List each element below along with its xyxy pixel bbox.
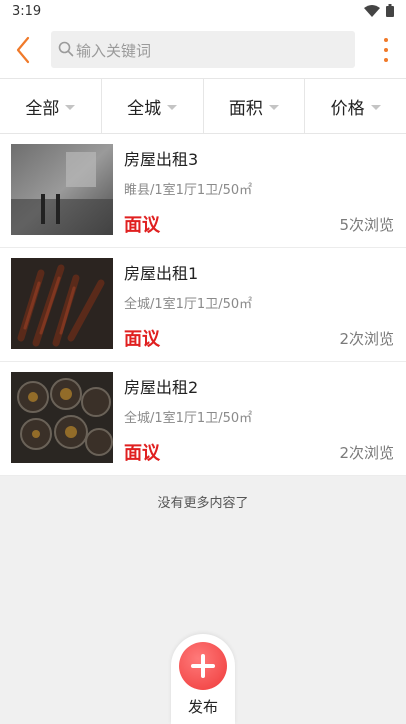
chevron-left-icon	[16, 36, 30, 64]
publish-fab: 发布	[171, 634, 235, 724]
search-placeholder: 输入关键词	[76, 42, 152, 60]
search-input[interactable]: 输入关键词	[51, 31, 355, 68]
status-bar: 3:19	[0, 0, 406, 24]
filter-label: 全部	[25, 98, 60, 119]
listing-thumbnail	[11, 372, 113, 463]
back-button[interactable]	[8, 34, 40, 66]
listing-title: 房屋出租2	[124, 378, 199, 397]
battery-icon	[386, 4, 394, 17]
listing-title: 房屋出租1	[124, 264, 199, 283]
listing-desc: 全城/1室1厅1卫/50㎡	[124, 411, 253, 426]
filter-price[interactable]: 价格	[305, 79, 406, 133]
top-bar: 输入关键词	[0, 24, 406, 78]
filter-area-city[interactable]: 全城	[102, 79, 204, 133]
filter-label: 价格	[330, 98, 365, 119]
publish-label: 发布	[187, 698, 218, 716]
listing-price: 面议	[124, 329, 160, 350]
caret-down-icon	[268, 104, 279, 110]
listing-thumbnail	[11, 144, 113, 235]
listing-views: 2次浏览	[339, 444, 394, 462]
filter-all[interactable]: 全部	[0, 79, 102, 133]
search-icon	[58, 41, 74, 57]
listing-views: 5次浏览	[339, 216, 394, 234]
filter-size[interactable]: 面积	[204, 79, 306, 133]
listing-price: 面议	[124, 215, 160, 236]
no-more-text: 没有更多内容了	[157, 496, 249, 511]
listing-title: 房屋出租3	[124, 150, 199, 169]
wifi-icon	[364, 4, 380, 17]
listing-price: 面议	[124, 443, 160, 464]
add-publish-button[interactable]	[179, 642, 227, 690]
status-time: 3:19	[12, 4, 42, 19]
filter-label: 面积	[228, 98, 263, 119]
filter-label: 全城	[127, 98, 162, 119]
listing-thumbnail	[11, 258, 113, 349]
more-vertical-icon	[384, 38, 388, 62]
listing-list: 房屋出租3 睢县/1室1厅1卫/50㎡ 面议 5次浏览 房屋出租1 全城/1室1…	[0, 134, 406, 476]
list-item[interactable]: 房屋出租3 睢县/1室1厅1卫/50㎡ 面议 5次浏览	[0, 134, 406, 248]
listing-desc: 睢县/1室1厅1卫/50㎡	[124, 183, 253, 198]
status-icons	[364, 4, 394, 17]
caret-down-icon	[370, 104, 381, 110]
more-menu-button[interactable]	[376, 34, 396, 66]
list-item[interactable]: 房屋出租2 全城/1室1厅1卫/50㎡ 面议 2次浏览	[0, 362, 406, 476]
listing-views: 2次浏览	[339, 330, 394, 348]
listing-desc: 全城/1室1厅1卫/50㎡	[124, 297, 253, 312]
caret-down-icon	[167, 104, 178, 110]
filter-bar: 全部 全城 面积 价格	[0, 78, 406, 134]
caret-down-icon	[65, 104, 76, 110]
list-item[interactable]: 房屋出租1 全城/1室1厅1卫/50㎡ 面议 2次浏览	[0, 248, 406, 362]
